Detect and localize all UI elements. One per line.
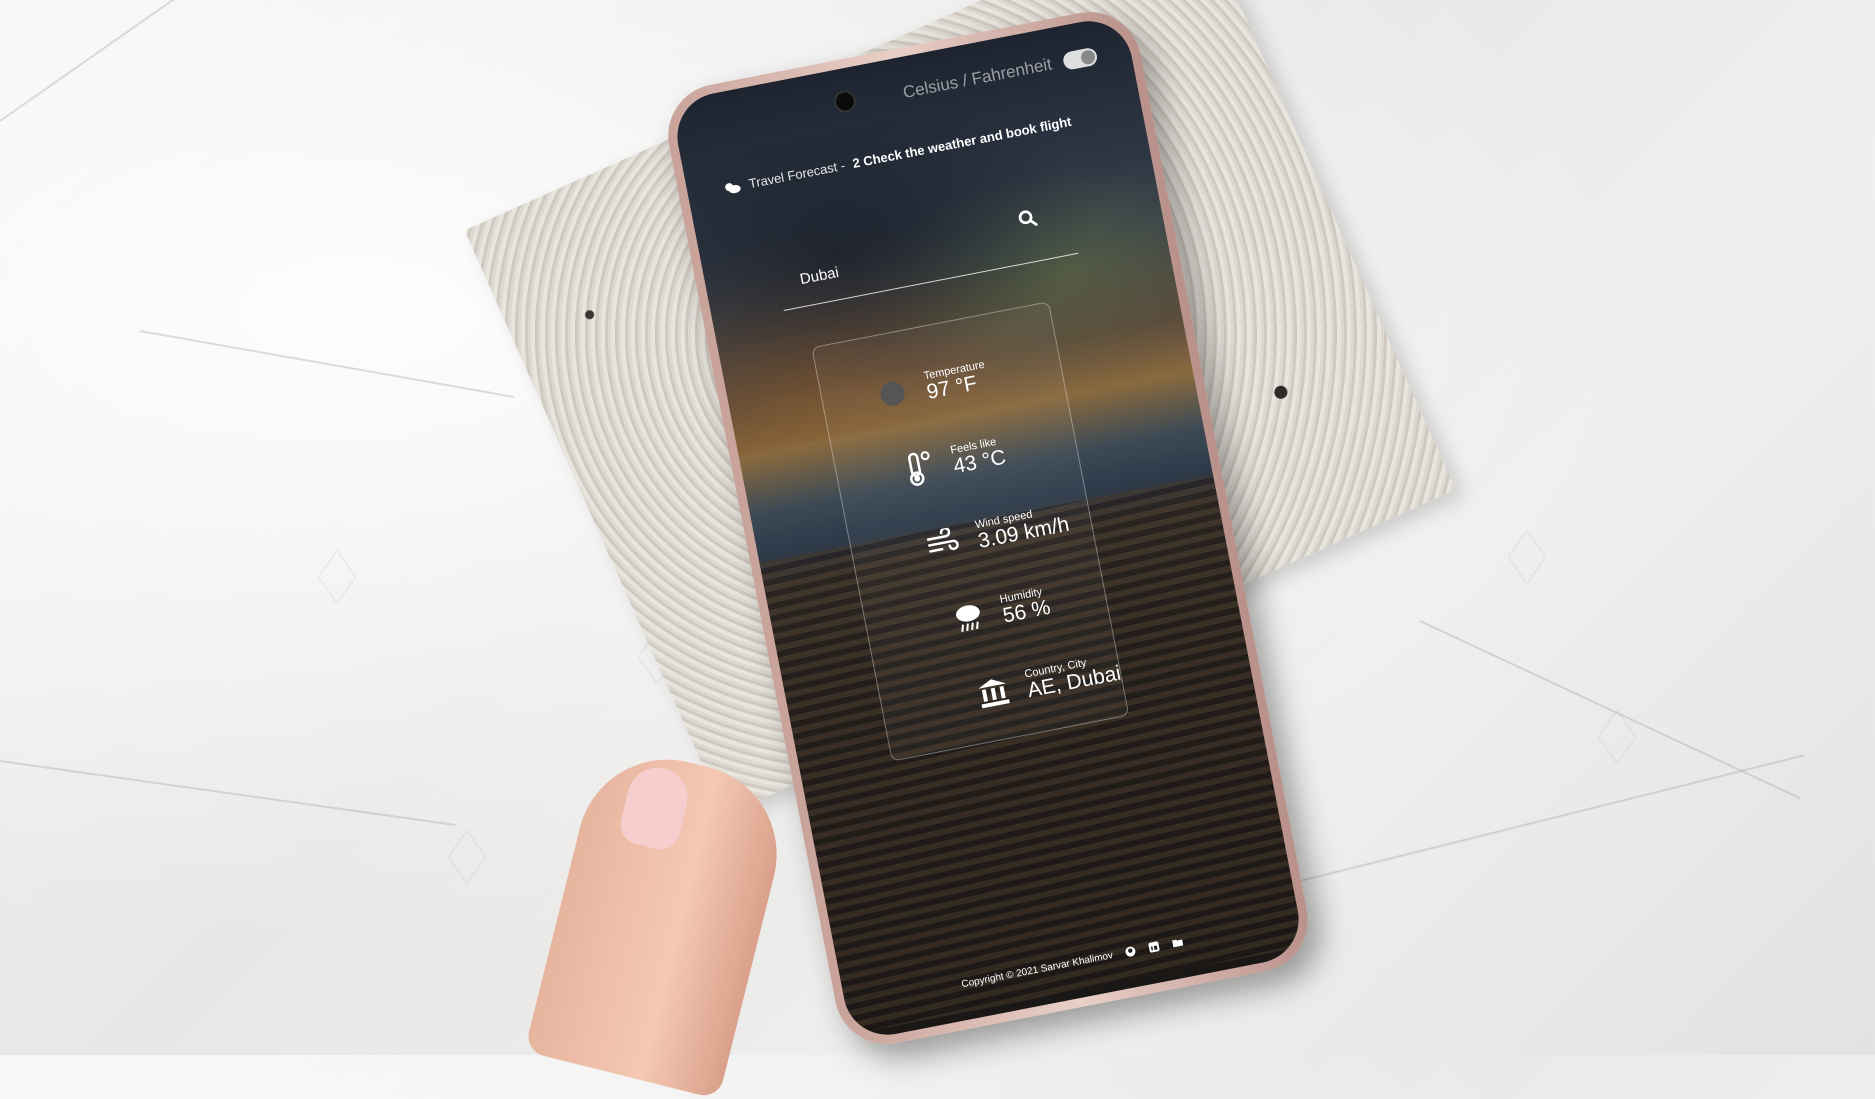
watermark-icon <box>1507 528 1547 586</box>
github-icon[interactable] <box>1123 945 1137 959</box>
marble-vein <box>0 760 456 827</box>
marble-vein <box>0 0 247 122</box>
watermark-icon <box>317 548 357 606</box>
temperature-row: Temperature 97 °F <box>820 332 1112 427</box>
thermometer-icon <box>908 451 930 486</box>
bank-icon <box>978 679 1010 709</box>
toggle-knob <box>1079 49 1097 66</box>
partly-cloudy-icon <box>725 182 741 193</box>
marble-vein <box>1419 620 1802 800</box>
wind-icon <box>926 527 959 553</box>
feels-like-row: Feels like 43 °C <box>835 406 1139 503</box>
linkedin-icon[interactable] <box>1147 940 1161 954</box>
watermark-icon <box>447 828 487 886</box>
marble-vein <box>139 330 515 398</box>
unit-toggle-switch[interactable] <box>1061 46 1099 71</box>
watermark-icon <box>1597 708 1637 766</box>
marble-vein <box>1299 754 1805 882</box>
fingernail <box>616 761 694 854</box>
search-icon[interactable] <box>1015 206 1041 232</box>
moon-icon <box>880 381 905 406</box>
rain-cloud-icon <box>956 605 980 632</box>
folder-icon[interactable] <box>1171 935 1185 949</box>
